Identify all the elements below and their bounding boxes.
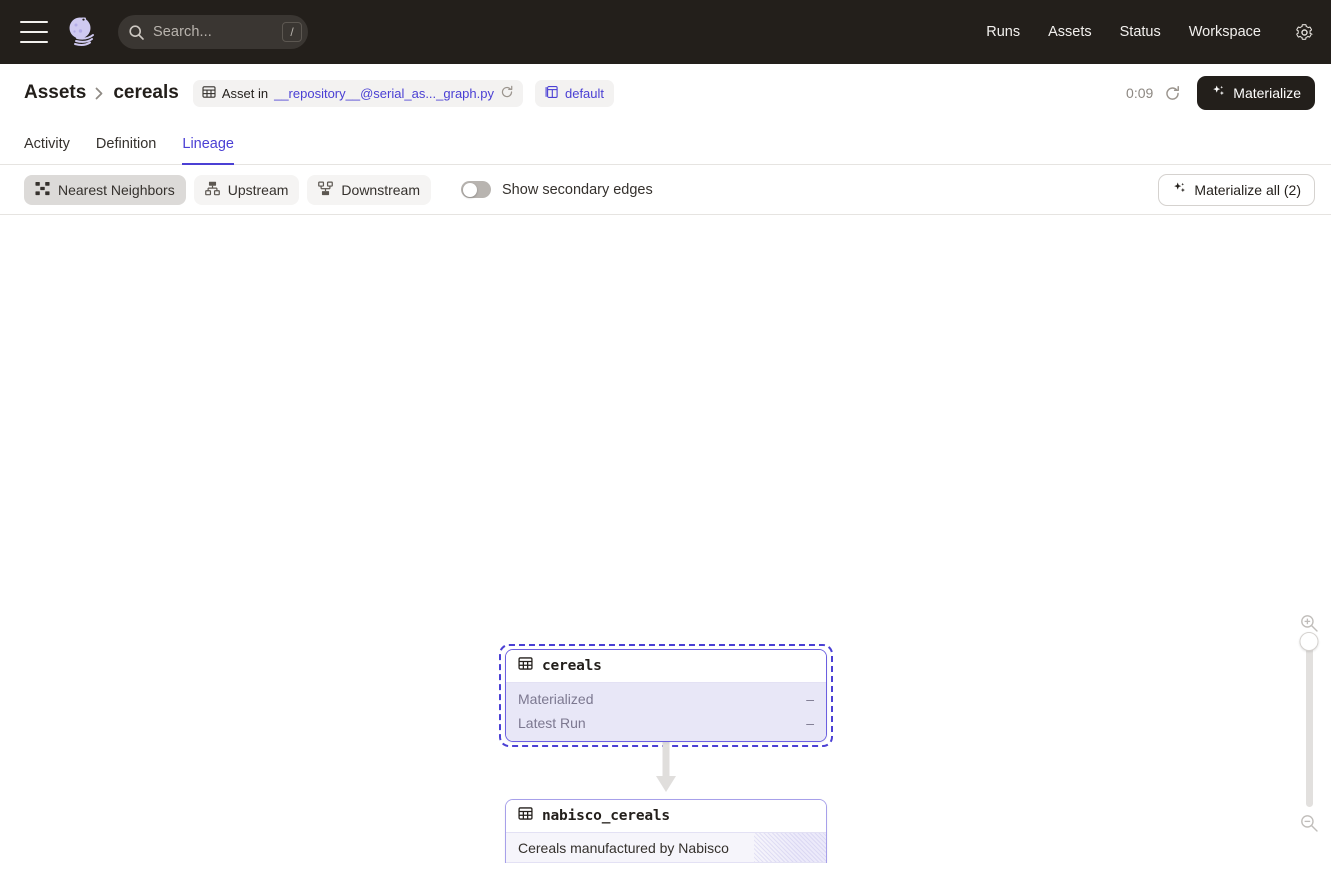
asset-node-title: cereals: [542, 658, 602, 674]
code-location-chip[interactable]: default: [535, 80, 614, 107]
nav-link-runs[interactable]: Runs: [986, 24, 1020, 40]
secondary-edges-label: Show secondary edges: [502, 182, 653, 198]
hamburger-menu-icon[interactable]: [20, 21, 48, 43]
materialize-all-button[interactable]: Materialize all (2): [1158, 174, 1315, 206]
zoom-control[interactable]: [1295, 613, 1323, 833]
breadcrumb-separator-icon: [95, 87, 104, 100]
materialize-button-label: Materialize: [1233, 85, 1301, 101]
breadcrumb-bar: Assets cereals Asset in __repository__@s…: [0, 64, 1331, 122]
secondary-edges-toggle[interactable]: [461, 181, 491, 198]
asset-node-header: nabisco_cereals: [506, 800, 826, 833]
tab-lineage[interactable]: Lineage: [182, 136, 234, 165]
sparkle-icon: [1172, 181, 1187, 199]
code-location-icon: [545, 85, 559, 102]
repository-chip[interactable]: Asset in __repository__@serial_as..._gra…: [193, 80, 523, 107]
secondary-edges-toggle-group: Show secondary edges: [461, 181, 653, 198]
search-input[interactable]: Search... /: [118, 15, 308, 49]
table-icon: [518, 806, 533, 826]
asset-node-title: nabisco_cereals: [542, 808, 670, 824]
refresh-timer: 0:09: [1126, 85, 1153, 101]
row-value: –: [806, 691, 814, 707]
search-placeholder: Search...: [153, 24, 282, 40]
zoom-slider-track[interactable]: [1306, 639, 1313, 807]
search-icon: [128, 24, 145, 41]
asset-node-description-text: Cereals manufactured by Nabisco: [518, 840, 729, 856]
asset-node-cereals[interactable]: cereals Materialized – Latest Run –: [505, 649, 827, 742]
nearest-neighbors-icon: [35, 181, 50, 199]
breadcrumb-assets-link[interactable]: Assets: [24, 82, 86, 104]
table-icon: [202, 85, 216, 102]
top-nav-links: Runs Assets Status Workspace: [986, 21, 1315, 43]
filter-upstream-label: Upstream: [228, 182, 289, 198]
nav-link-assets[interactable]: Assets: [1048, 24, 1092, 40]
row-value: –: [806, 715, 814, 731]
materialize-all-label: Materialize all (2): [1194, 182, 1301, 198]
lineage-graph-canvas[interactable]: cereals Materialized – Latest Run –: [0, 215, 1331, 863]
nav-link-status[interactable]: Status: [1120, 24, 1161, 40]
lineage-toolbar: Nearest Neighbors Upstream: [0, 165, 1331, 215]
code-location-label: default: [565, 86, 604, 101]
tab-definition[interactable]: Definition: [96, 136, 156, 165]
toolbar-right-actions: Materialize all (2): [1158, 174, 1315, 206]
materialize-button[interactable]: Materialize: [1197, 76, 1315, 110]
zoom-out-icon[interactable]: [1299, 813, 1319, 833]
tab-activity[interactable]: Activity: [24, 136, 70, 165]
reload-icon[interactable]: [500, 85, 514, 102]
search-shortcut-key: /: [282, 22, 302, 42]
asset-node-description: Cereals manufactured by Nabisco: [506, 833, 826, 863]
filter-nearest-neighbors-label: Nearest Neighbors: [58, 182, 175, 198]
filter-downstream[interactable]: Downstream: [307, 175, 431, 205]
row-label: Latest Run: [518, 715, 586, 731]
filter-downstream-label: Downstream: [341, 182, 420, 198]
table-icon: [518, 656, 533, 676]
description-fade-overlay: [754, 833, 826, 862]
repository-chip-label: Asset in: [222, 86, 268, 101]
zoom-in-icon[interactable]: [1299, 613, 1319, 633]
row-label: Materialized: [518, 691, 593, 707]
asset-node-nabisco-cereals[interactable]: nabisco_cereals Cereals manufactured by …: [505, 799, 827, 863]
downstream-icon: [318, 181, 333, 199]
asset-node-body: Materialized – Latest Run –: [506, 683, 826, 741]
filter-upstream[interactable]: Upstream: [194, 175, 300, 205]
filter-nearest-neighbors[interactable]: Nearest Neighbors: [24, 175, 186, 205]
nav-link-workspace[interactable]: Workspace: [1189, 24, 1261, 40]
dagster-logo-icon[interactable]: [64, 13, 102, 51]
toggle-knob: [463, 183, 477, 197]
lineage-edge-cereals-to-nabisco: [650, 740, 682, 800]
zoom-slider-handle[interactable]: [1300, 632, 1319, 651]
upstream-icon: [205, 181, 220, 199]
asset-node-row-materialized: Materialized –: [506, 687, 826, 711]
asset-node-row-latest-run: Latest Run –: [506, 711, 826, 735]
top-navigation-bar: Search... / Runs Assets Status Workspace: [0, 0, 1331, 64]
page-title: cereals: [113, 82, 179, 104]
sparkle-icon: [1211, 84, 1226, 102]
asset-tabs: Activity Definition Lineage: [0, 122, 1331, 165]
repository-chip-link[interactable]: __repository__@serial_as..._graph.py: [274, 86, 494, 101]
gear-icon[interactable]: [1293, 21, 1315, 43]
asset-node-header: cereals: [506, 650, 826, 683]
breadcrumb-actions: 0:09 Materialize: [1126, 76, 1315, 110]
refresh-icon[interactable]: [1163, 84, 1181, 102]
